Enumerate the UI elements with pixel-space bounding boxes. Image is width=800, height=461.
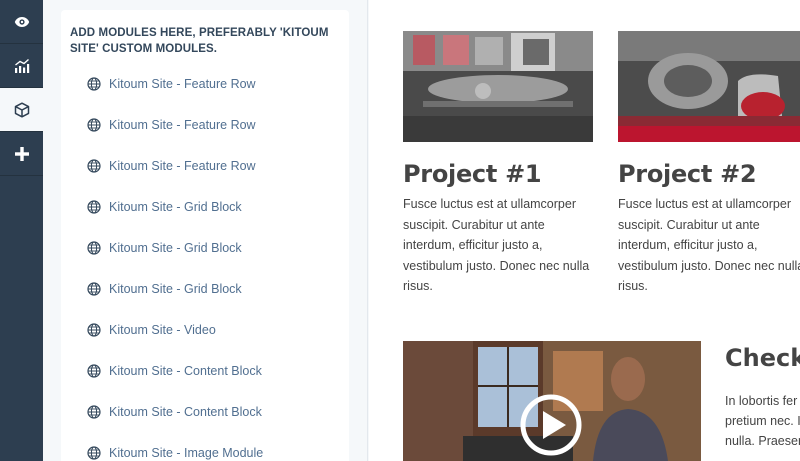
globe-icon — [87, 159, 101, 173]
module-item[interactable]: Kitoum Site - Feature Row — [61, 155, 349, 196]
module-item[interactable]: Kitoum Site - Feature Row — [61, 114, 349, 155]
project-title-1: Project #1 — [403, 160, 542, 188]
section-body-line: In lobortis fer — [725, 394, 798, 408]
module-item[interactable]: Kitoum Site - Image Module — [61, 442, 349, 461]
eye-icon — [14, 16, 29, 27]
globe-icon — [87, 323, 101, 337]
globe-icon — [87, 282, 101, 296]
modules-tool-button[interactable] — [0, 88, 43, 132]
video-player[interactable] — [403, 341, 701, 461]
module-item-label: Kitoum Site - Feature Row — [109, 77, 256, 91]
globe-icon — [87, 241, 101, 255]
module-item-label: Kitoum Site - Content Block — [109, 364, 262, 378]
globe-icon — [87, 200, 101, 214]
globe-icon — [87, 118, 101, 132]
module-item-label: Kitoum Site - Video — [109, 323, 216, 337]
analytics-icon — [14, 58, 29, 73]
module-item[interactable]: Kitoum Site - Grid Block — [61, 196, 349, 237]
module-item[interactable]: Kitoum Site - Grid Block — [61, 278, 349, 319]
module-item[interactable]: Kitoum Site - Grid Block — [61, 237, 349, 278]
project-body-2: Fusce luctus est at ullamcorper suscipit… — [618, 197, 800, 293]
module-item-label: Kitoum Site - Grid Block — [109, 200, 242, 214]
module-item[interactable]: Kitoum Site - Content Block — [61, 360, 349, 401]
section-body: In lobortis fer pretium nec. I nulla. Pr… — [725, 391, 800, 451]
preview-tool-button[interactable] — [0, 0, 43, 44]
left-toolbar — [0, 0, 43, 461]
page-preview: Project #1 Fusce luctus est at ullamcorp… — [369, 0, 800, 461]
section-heading: Check y — [725, 344, 800, 372]
cube-icon — [14, 101, 29, 118]
globe-icon — [87, 405, 101, 419]
project-body-1: Fusce luctus est at ullamcorper suscipit… — [403, 197, 590, 293]
section-body-line: pretium nec. I — [725, 414, 800, 428]
module-item-label: Kitoum Site - Image Module — [109, 446, 264, 460]
module-item-label: Kitoum Site - Content Block — [109, 405, 262, 419]
project-title-2: Project #2 — [618, 160, 757, 188]
module-item[interactable]: Kitoum Site - Content Block — [61, 401, 349, 442]
project-card-1[interactable]: Project #1 Fusce luctus est at ullamcorp… — [403, 31, 593, 297]
globe-icon — [87, 446, 101, 460]
play-icon[interactable] — [520, 394, 582, 456]
globe-icon — [87, 364, 101, 378]
section-body-line: nulla. Praesen — [725, 434, 800, 448]
analytics-tool-button[interactable] — [0, 44, 43, 88]
project-image-2 — [618, 31, 800, 142]
module-item-label: Kitoum Site - Feature Row — [109, 159, 256, 173]
module-list: Kitoum Site - Feature Row Kitoum Site - … — [61, 73, 349, 461]
project-card-2[interactable]: Project #2 Fusce luctus est at ullamcorp… — [618, 31, 800, 297]
panel-title: ADD MODULES HERE, PREFERABLY 'KITOUM SIT… — [70, 27, 329, 55]
module-item[interactable]: Kitoum Site - Video — [61, 319, 349, 360]
add-tool-button[interactable] — [0, 132, 43, 176]
module-item-label: Kitoum Site - Feature Row — [109, 118, 256, 132]
modules-panel: ADD MODULES HERE, PREFERABLY 'KITOUM SIT… — [61, 10, 349, 461]
module-item-label: Kitoum Site - Grid Block — [109, 241, 242, 255]
module-item-label: Kitoum Site - Grid Block — [109, 282, 242, 296]
globe-icon — [87, 77, 101, 91]
project-image-1 — [403, 31, 593, 142]
plus-icon — [14, 146, 29, 161]
module-item[interactable]: Kitoum Site - Feature Row — [61, 73, 349, 114]
